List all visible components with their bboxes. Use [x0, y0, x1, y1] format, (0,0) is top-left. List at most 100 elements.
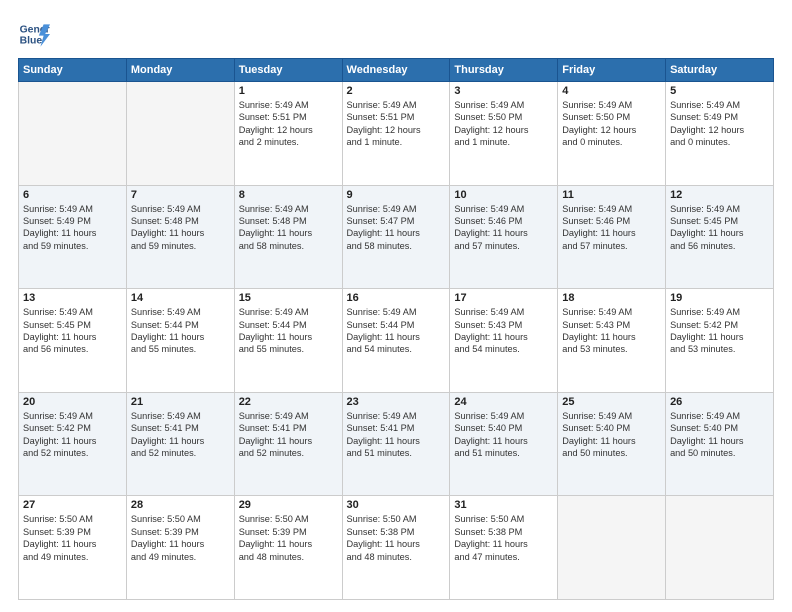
day-number: 11 — [562, 189, 661, 201]
calendar-cell: 8 Sunrise: 5:49 AM Sunset: 5:48 PM Daylig… — [234, 185, 342, 289]
calendar-cell — [558, 496, 666, 600]
day-number: 15 — [239, 292, 338, 304]
day-number: 28 — [131, 499, 230, 511]
calendar-cell: 1Sunrise: 5:49 AM Sunset: 5:51 PM Daylig… — [234, 82, 342, 186]
day-info: Sunrise: 5:49 AM Sunset: 5:50 PM Dayligh… — [562, 99, 661, 149]
calendar-cell: 27 Sunrise: 5:50 AM Sunset: 5:39 PM Dayli… — [19, 496, 127, 600]
day-number: 27 — [23, 499, 122, 511]
calendar-cell: 2 Sunrise: 5:49 AM Sunset: 5:51 PM Daylig… — [342, 82, 450, 186]
calendar-cell: 28 Sunrise: 5:50 AM Sunset: 5:39 PM Dayli… — [126, 496, 234, 600]
day-info: Sunrise: 5:49 AM Sunset: 5:48 PM Dayligh… — [239, 203, 338, 253]
day-info: Sunrise: 5:49 AM Sunset: 5:51 PM Dayligh… — [347, 99, 446, 149]
day-info: Sunrise: 5:49 AM Sunset: 5:43 PM Dayligh… — [454, 306, 553, 356]
calendar-cell: 7Sunrise: 5:49 AM Sunset: 5:48 PM Daylig… — [126, 185, 234, 289]
day-info: Sunrise: 5:49 AM Sunset: 5:40 PM Dayligh… — [562, 410, 661, 460]
calendar-cell: 29 Sunrise: 5:50 AM Sunset: 5:39 PM Dayli… — [234, 496, 342, 600]
day-info: Sunrise: 5:49 AM Sunset: 5:45 PM Dayligh… — [23, 306, 122, 356]
day-number: 16 — [347, 292, 446, 304]
day-number: 30 — [347, 499, 446, 511]
day-number: 5 — [670, 85, 769, 97]
day-number: 3 — [454, 85, 553, 97]
calendar-header-saturday: Saturday — [666, 59, 774, 82]
calendar-cell: 3 Sunrise: 5:49 AM Sunset: 5:50 PM Daylig… — [450, 82, 558, 186]
calendar-cell: 17 Sunrise: 5:49 AM Sunset: 5:43 PM Dayli… — [450, 289, 558, 393]
calendar-cell: 10 Sunrise: 5:49 AM Sunset: 5:46 PM Dayli… — [450, 185, 558, 289]
day-number: 7 — [131, 189, 230, 201]
calendar-cell: 21 Sunrise: 5:49 AM Sunset: 5:41 PM Dayli… — [126, 392, 234, 496]
calendar-header-row: SundayMondayTuesdayWednesdayThursdayFrid… — [19, 59, 774, 82]
day-number: 14 — [131, 292, 230, 304]
calendar-cell: 11 Sunrise: 5:49 AM Sunset: 5:46 PM Dayli… — [558, 185, 666, 289]
day-number: 10 — [454, 189, 553, 201]
day-number: 12 — [670, 189, 769, 201]
day-info: Sunrise: 5:49 AM Sunset: 5:41 PM Dayligh… — [239, 410, 338, 460]
day-number: 17 — [454, 292, 553, 304]
calendar-cell: 25 Sunrise: 5:49 AM Sunset: 5:40 PM Dayli… — [558, 392, 666, 496]
day-info: Sunrise: 5:49 AM Sunset: 5:44 PM Dayligh… — [347, 306, 446, 356]
calendar-cell: 22 Sunrise: 5:49 AM Sunset: 5:41 PM Dayli… — [234, 392, 342, 496]
calendar-header-tuesday: Tuesday — [234, 59, 342, 82]
day-number: 19 — [670, 292, 769, 304]
day-number: 9 — [347, 189, 446, 201]
calendar-cell: 24 Sunrise: 5:49 AM Sunset: 5:40 PM Dayli… — [450, 392, 558, 496]
day-number: 2 — [347, 85, 446, 97]
day-info: Sunrise: 5:49 AM Sunset: 5:50 PM Dayligh… — [454, 99, 553, 149]
day-number: 8 — [239, 189, 338, 201]
calendar-cell — [126, 82, 234, 186]
day-number: 23 — [347, 396, 446, 408]
day-info: Sunrise: 5:49 AM Sunset: 5:44 PM Dayligh… — [131, 306, 230, 356]
day-number: 6 — [23, 189, 122, 201]
calendar-header-friday: Friday — [558, 59, 666, 82]
calendar-cell: 16 Sunrise: 5:49 AM Sunset: 5:44 PM Dayli… — [342, 289, 450, 393]
day-info: Sunrise: 5:49 AM Sunset: 5:42 PM Dayligh… — [23, 410, 122, 460]
day-number: 22 — [239, 396, 338, 408]
calendar-week-row: 13 Sunrise: 5:49 AM Sunset: 5:45 PM Dayli… — [19, 289, 774, 393]
day-info: Sunrise: 5:50 AM Sunset: 5:39 PM Dayligh… — [131, 513, 230, 563]
day-number: 21 — [131, 396, 230, 408]
day-info: Sunrise: 5:49 AM Sunset: 5:49 PM Dayligh… — [23, 203, 122, 253]
calendar-cell: 23 Sunrise: 5:49 AM Sunset: 5:41 PM Dayli… — [342, 392, 450, 496]
calendar-week-row: 6 Sunrise: 5:49 AM Sunset: 5:49 PM Daylig… — [19, 185, 774, 289]
day-info: Sunrise: 5:49 AM Sunset: 5:47 PM Dayligh… — [347, 203, 446, 253]
calendar-week-row: 20 Sunrise: 5:49 AM Sunset: 5:42 PM Dayli… — [19, 392, 774, 496]
day-number: 20 — [23, 396, 122, 408]
calendar-cell: 15 Sunrise: 5:49 AM Sunset: 5:44 PM Dayli… — [234, 289, 342, 393]
day-info: Sunrise: 5:49 AM Sunset: 5:45 PM Dayligh… — [670, 203, 769, 253]
day-info: Sunrise: 5:49 AM Sunset: 5:42 PM Dayligh… — [670, 306, 769, 356]
calendar-cell: 9 Sunrise: 5:49 AM Sunset: 5:47 PM Daylig… — [342, 185, 450, 289]
day-number: 25 — [562, 396, 661, 408]
day-info: Sunrise: 5:50 AM Sunset: 5:39 PM Dayligh… — [23, 513, 122, 563]
day-info: Sunrise: 5:50 AM Sunset: 5:38 PM Dayligh… — [347, 513, 446, 563]
day-number: 26 — [670, 396, 769, 408]
day-info: Sunrise: 5:50 AM Sunset: 5:38 PM Dayligh… — [454, 513, 553, 563]
day-number: 13 — [23, 292, 122, 304]
calendar-cell: 20 Sunrise: 5:49 AM Sunset: 5:42 PM Dayli… — [19, 392, 127, 496]
calendar-cell — [666, 496, 774, 600]
day-number: 29 — [239, 499, 338, 511]
calendar-cell: 18Sunrise: 5:49 AM Sunset: 5:43 PM Dayli… — [558, 289, 666, 393]
day-info: Sunrise: 5:49 AM Sunset: 5:46 PM Dayligh… — [562, 203, 661, 253]
generalblue-logo-icon: General Blue — [18, 18, 50, 50]
day-number: 24 — [454, 396, 553, 408]
calendar-cell: 6 Sunrise: 5:49 AM Sunset: 5:49 PM Daylig… — [19, 185, 127, 289]
day-info: Sunrise: 5:49 AM Sunset: 5:40 PM Dayligh… — [454, 410, 553, 460]
calendar-cell: 4 Sunrise: 5:49 AM Sunset: 5:50 PM Daylig… — [558, 82, 666, 186]
day-number: 18 — [562, 292, 661, 304]
calendar-cell: 30 Sunrise: 5:50 AM Sunset: 5:38 PM Dayli… — [342, 496, 450, 600]
day-info: Sunrise: 5:49 AM Sunset: 5:41 PM Dayligh… — [347, 410, 446, 460]
calendar: SundayMondayTuesdayWednesdayThursdayFrid… — [18, 58, 774, 600]
calendar-cell: 13 Sunrise: 5:49 AM Sunset: 5:45 PM Dayli… — [19, 289, 127, 393]
calendar-header-thursday: Thursday — [450, 59, 558, 82]
day-number: 4 — [562, 85, 661, 97]
calendar-cell: 14 Sunrise: 5:49 AM Sunset: 5:44 PM Dayli… — [126, 289, 234, 393]
calendar-week-row: 1Sunrise: 5:49 AM Sunset: 5:51 PM Daylig… — [19, 82, 774, 186]
logo: General Blue — [18, 18, 50, 50]
day-info: Sunrise: 5:49 AM Sunset: 5:41 PM Dayligh… — [131, 410, 230, 460]
svg-text:Blue: Blue — [20, 36, 43, 47]
calendar-cell: 12 Sunrise: 5:49 AM Sunset: 5:45 PM Dayli… — [666, 185, 774, 289]
day-info: Sunrise: 5:49 AM Sunset: 5:46 PM Dayligh… — [454, 203, 553, 253]
day-info: Sunrise: 5:49 AM Sunset: 5:44 PM Dayligh… — [239, 306, 338, 356]
calendar-week-row: 27 Sunrise: 5:50 AM Sunset: 5:39 PM Dayli… — [19, 496, 774, 600]
day-info: Sunrise: 5:50 AM Sunset: 5:39 PM Dayligh… — [239, 513, 338, 563]
day-info: Sunrise: 5:49 AM Sunset: 5:49 PM Dayligh… — [670, 99, 769, 149]
